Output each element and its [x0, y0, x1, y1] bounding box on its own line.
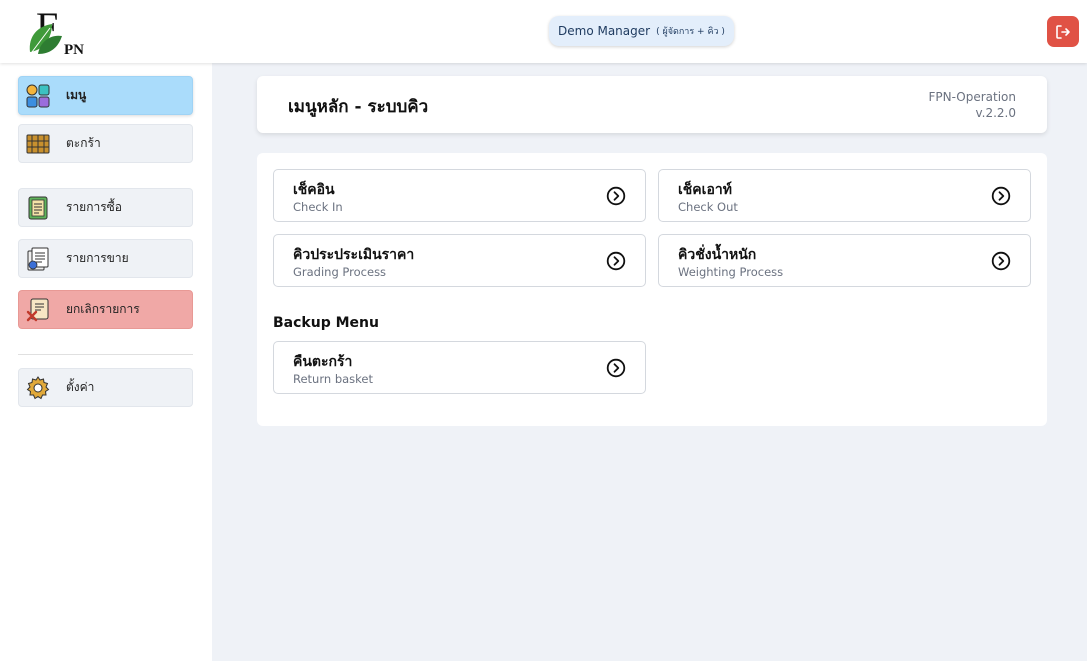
leaf-logo-icon: F PN [29, 4, 84, 58]
sidebar: เมนู ตะกร้า รายการซื้อ รายการขาย ยกเลิกร… [0, 63, 212, 661]
chevron-right-circle-icon [991, 251, 1011, 271]
menu-card-subtitle: Weighting Process [678, 265, 784, 279]
menu-card-subtitle: Grading Process [293, 265, 387, 279]
backup-menu-heading: Backup Menu [273, 315, 379, 331]
chevron-right-circle-icon [991, 186, 1011, 206]
sidebar-item-basket[interactable]: ตะกร้า [18, 124, 193, 163]
menu-card-weighting-process[interactable]: คิวชั่งน้ำหนัก Weighting Process [658, 234, 1031, 287]
svg-text:PN: PN [64, 42, 84, 58]
logout-button[interactable] [1047, 16, 1079, 47]
sidebar-item-purchases[interactable]: รายการซื้อ [18, 188, 193, 227]
chevron-right-circle-icon [606, 251, 626, 271]
sidebar-item-menu[interactable]: เมนู [18, 76, 193, 115]
chevron-right-circle-icon [606, 186, 626, 206]
menu-card-title: เช็คอิน [293, 182, 335, 198]
sidebar-item-sales[interactable]: รายการขาย [18, 239, 193, 278]
menu-card-check-out[interactable]: เช็คเอาท์ Check Out [658, 169, 1031, 222]
gear-icon [26, 375, 50, 400]
menu-card-grading-process[interactable]: คิวประประเมินราคา Grading Process [273, 234, 646, 287]
sales-list-icon [26, 247, 50, 271]
fpn-logo[interactable]: F PN [26, 4, 96, 58]
sidebar-item-label: เมนู [66, 88, 87, 102]
user-badge: Demo Manager ( ผู้จัดการ + คิว ) [549, 16, 734, 46]
menu-panel: เช็คอิน Check In เช็คเอาท์ Check Out คิว… [257, 153, 1047, 426]
menu-card-title: คิวชั่งน้ำหนัก [678, 247, 757, 263]
menu-card-subtitle: Check In [293, 200, 343, 214]
page-title: เมนูหลัก - ระบบคิว [288, 97, 429, 117]
sidebar-item-cancel[interactable]: ยกเลิกรายการ [18, 290, 193, 329]
menu-card-subtitle: Check Out [678, 200, 738, 214]
sidebar-item-label: ยกเลิกรายการ [66, 302, 140, 316]
cancel-document-icon [26, 298, 50, 322]
user-role: ( ผู้จัดการ + คิว ) [656, 27, 725, 37]
chevron-right-circle-icon [606, 358, 626, 378]
user-name: Demo Manager [558, 24, 651, 38]
sidebar-item-settings[interactable]: ตั้งค่า [18, 368, 193, 407]
page-header-card: เมนูหลัก - ระบบคิว FPN-Operation v.2.2.0 [257, 76, 1047, 133]
menu-card-check-in[interactable]: เช็คอิน Check In [273, 169, 646, 222]
logout-icon [1056, 24, 1070, 39]
purchase-list-icon [26, 196, 50, 220]
sidebar-item-label: รายการซื้อ [66, 200, 123, 214]
menu-grid-icon [26, 84, 50, 108]
app-name: FPN-Operation [928, 90, 1017, 104]
sidebar-item-label: ตั้งค่า [66, 380, 95, 394]
menu-card-subtitle: Return basket [293, 372, 373, 386]
menu-card-title: เช็คเอาท์ [678, 182, 732, 198]
sidebar-item-label: ตะกร้า [66, 136, 101, 150]
sidebar-divider [18, 354, 193, 355]
app-version: v.2.2.0 [975, 106, 1016, 120]
basket-icon [26, 132, 50, 156]
menu-card-return-basket[interactable]: คืนตะกร้า Return basket [273, 341, 646, 394]
top-header: F PN Demo Manager ( ผู้จัดการ + คิว ) [0, 0, 1087, 63]
sidebar-item-label: รายการขาย [66, 251, 129, 265]
menu-card-title: คิวประประเมินราคา [293, 247, 415, 263]
menu-card-title: คืนตะกร้า [293, 354, 353, 370]
